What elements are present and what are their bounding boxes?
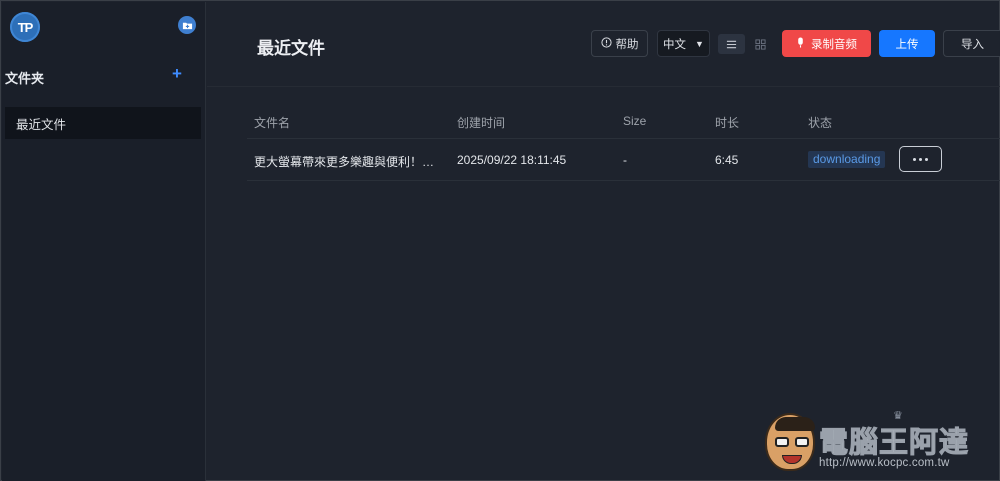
column-header-status[interactable]: 状态 xyxy=(808,114,832,131)
sidebar-item-label: 最近文件 xyxy=(16,117,67,132)
folders-title: 文件夹 xyxy=(5,71,45,86)
duration: 6:45 xyxy=(715,153,739,167)
created-time: 2025/09/22 18:11:45 xyxy=(457,153,567,167)
table-row[interactable]: 更大螢幕帶來更多樂趣與便利！War... 2025/09/22 18:11:45… xyxy=(247,139,1000,181)
watermark-title: 電腦王阿達 xyxy=(818,425,970,460)
more-dot-icon xyxy=(913,157,916,161)
caret-down-icon: ▼ xyxy=(695,38,704,49)
column-header-size[interactable]: Size xyxy=(623,114,646,128)
sidebar-item-recent-files[interactable]: 最近文件 xyxy=(5,107,201,139)
add-folder-button[interactable]: + xyxy=(170,65,184,82)
folder-plus-icon[interactable] xyxy=(178,16,196,34)
watermark-mascot-icon xyxy=(765,413,815,471)
more-dot-icon xyxy=(919,157,922,161)
header-divider xyxy=(207,86,1000,87)
record-audio-button[interactable]: 录制音频 xyxy=(782,30,871,57)
app-window: TP 文件夹 + 最近文件 最近文件 帮助 中文 ▼ 录制音频 上传 导入 文件… xyxy=(0,0,1000,481)
column-header-filename[interactable]: 文件名 xyxy=(254,114,290,131)
record-audio-label: 录制音频 xyxy=(811,38,857,51)
info-circle-icon xyxy=(600,36,612,51)
upload-label: 上传 xyxy=(895,38,919,51)
more-dot-icon xyxy=(925,157,928,161)
language-value: 中文 xyxy=(663,38,687,51)
microphone-icon xyxy=(796,36,805,51)
grid-view-icon[interactable] xyxy=(751,34,769,54)
page-title: 最近文件 xyxy=(257,39,325,58)
more-actions-button[interactable] xyxy=(899,146,942,172)
import-button[interactable]: 导入 xyxy=(943,30,1000,57)
help-button[interactable]: 帮助 xyxy=(591,30,648,57)
import-label: 导入 xyxy=(961,38,984,51)
status-badge: downloading xyxy=(808,151,886,168)
column-header-created[interactable]: 创建时间 xyxy=(457,114,505,131)
file-size: - xyxy=(623,153,627,167)
watermark-url: http://www.kocpc.com.tw xyxy=(819,457,950,469)
list-view-icon[interactable] xyxy=(718,34,745,54)
column-header-duration[interactable]: 时长 xyxy=(715,114,739,131)
file-name[interactable]: 更大螢幕帶來更多樂趣與便利！War... xyxy=(254,153,440,170)
upload-button[interactable]: 上传 xyxy=(879,30,935,57)
watermark: ♛ 電腦王阿達 http://www.kocpc.com.tw xyxy=(763,409,999,477)
sidebar: TP 文件夹 + 最近文件 xyxy=(2,2,206,481)
language-select[interactable]: 中文 ▼ xyxy=(657,30,710,57)
help-label: 帮助 xyxy=(615,38,639,51)
app-logo[interactable]: TP xyxy=(10,12,40,42)
